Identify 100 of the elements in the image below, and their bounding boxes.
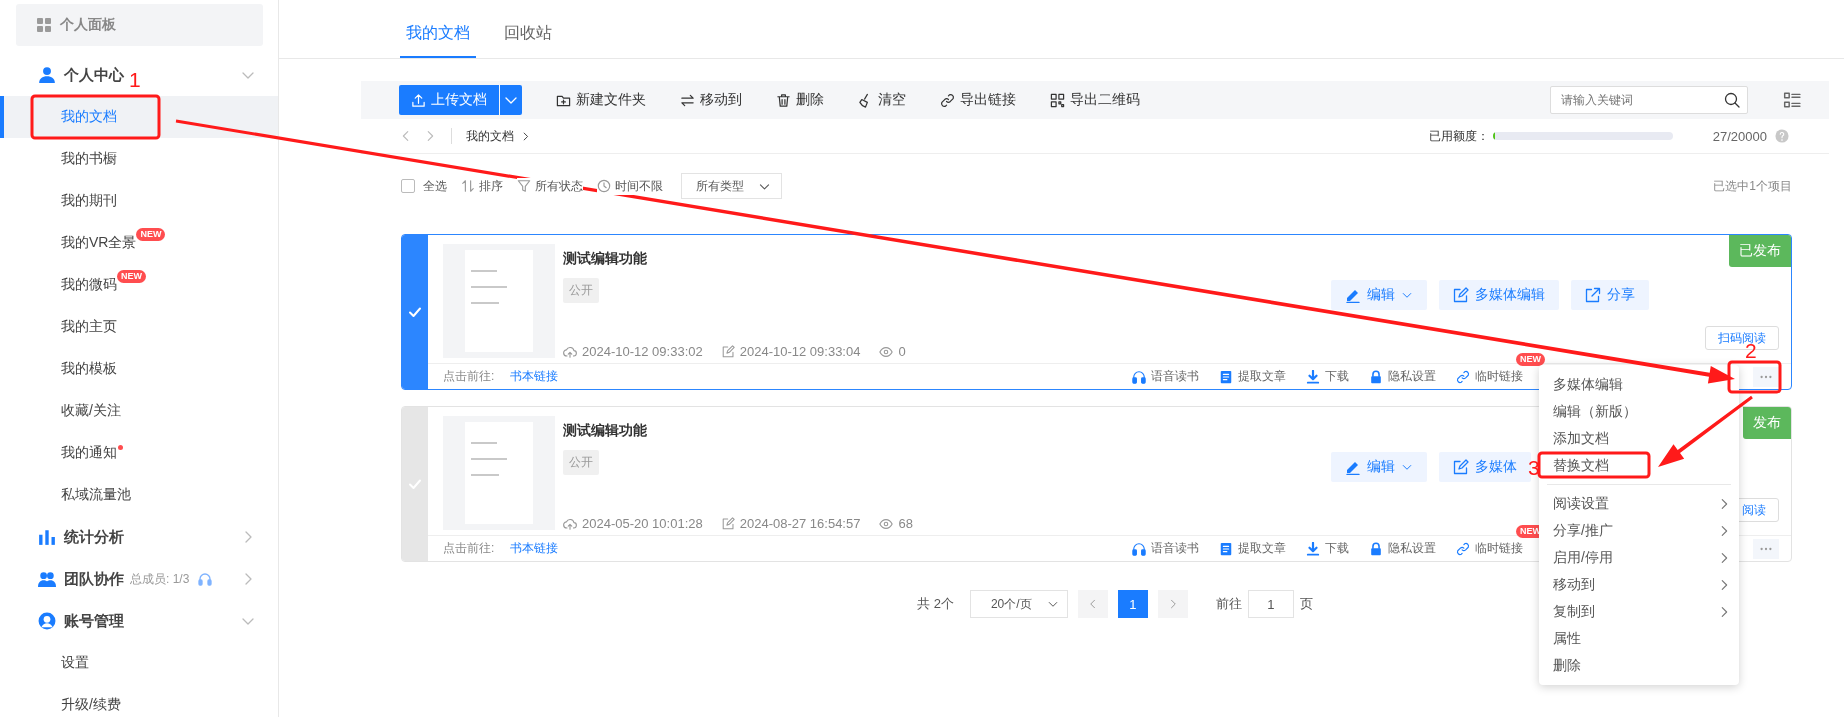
sidebar-item[interactable]: 私域流量池 [0, 474, 278, 516]
footer-action[interactable]: 提取文章 [1219, 368, 1286, 385]
filter-icon [517, 179, 531, 193]
footer-action[interactable]: 下载 [1306, 540, 1349, 557]
eye-icon [879, 344, 894, 359]
search-icon [1724, 92, 1740, 108]
menu-item[interactable]: 属性 [1539, 625, 1739, 652]
tab[interactable]: 回收站 [498, 23, 558, 58]
menu-item[interactable]: 多媒体编辑 [1539, 371, 1739, 398]
footer-action[interactable]: 隐私设置 [1369, 368, 1436, 385]
menu-item[interactable]: 编辑（新版） [1539, 398, 1739, 425]
footer-action[interactable]: 隐私设置 [1369, 540, 1436, 557]
toolbar-button[interactable]: 删除 [776, 91, 824, 109]
toolbar-button[interactable]: 清空 [858, 91, 906, 109]
page-button[interactable]: 1 [1117, 590, 1148, 618]
action-button[interactable]: 分享 [1571, 280, 1649, 310]
edit-icon [721, 345, 735, 358]
upload-cloud-icon [563, 344, 577, 359]
headphones-icon [1132, 369, 1146, 384]
modified-date: 2024-10-12 09:33:04 [739, 344, 861, 359]
next-page-button[interactable] [1157, 590, 1188, 618]
headphones-icon [1132, 541, 1146, 556]
sidebar-item[interactable]: 我的VR全景 NEW [0, 222, 278, 264]
document-title[interactable]: 测试编辑功能 [563, 422, 647, 440]
sidebar-group[interactable]: 个人中心 [64, 65, 124, 85]
sidebar-item[interactable]: 设置 [0, 642, 278, 684]
link-icon [1456, 369, 1470, 384]
sort-icon [461, 179, 475, 193]
sidebar-item[interactable]: 我的期刊 [0, 180, 278, 222]
select-checkbox[interactable] [402, 407, 428, 561]
sidebar-group[interactable]: 团队协作 [64, 569, 124, 589]
pencil-icon [1345, 459, 1361, 475]
menu-item[interactable]: 添加文档 [1539, 425, 1739, 452]
sidebar-item[interactable]: 我的书橱 [0, 138, 278, 180]
sidebar-item[interactable]: 收藏/关注 [0, 390, 278, 432]
new-badge: NEW [136, 228, 166, 241]
total-count: 共 2个 [917, 595, 954, 613]
document-title[interactable]: 测试编辑功能 [563, 250, 647, 268]
sidebar-group[interactable]: 统计分析 [64, 527, 124, 547]
time-filter[interactable]: 时间不限 [597, 177, 663, 195]
footer-action[interactable]: 临时链接 [1456, 368, 1523, 385]
upload-date: 2024-10-12 09:33:02 [582, 344, 703, 359]
sidebar-item[interactable]: 升级/续费 [0, 684, 278, 717]
toolbar-button[interactable]: 导出二维码 [1050, 91, 1140, 109]
team-icon [38, 570, 56, 588]
page-input[interactable]: 1 [1247, 590, 1294, 618]
footer-action[interactable]: 语音读书 [1132, 540, 1199, 557]
select-checkbox[interactable] [402, 235, 428, 389]
footer-label: 点击前往: [443, 368, 495, 385]
checkbox[interactable] [401, 179, 415, 193]
book-link[interactable]: 书本链接 [510, 368, 559, 385]
download-icon [1306, 541, 1320, 556]
action-button[interactable]: 编辑 [1331, 280, 1427, 310]
more-button[interactable] [1753, 366, 1779, 387]
visibility-tag: 公开 [563, 450, 599, 475]
menu-item[interactable]: 启用/停用 [1539, 544, 1739, 571]
toolbar-button[interactable]: 导出链接 [940, 91, 1016, 109]
toolbar-button[interactable]: 新建文件夹 [556, 91, 646, 109]
action-button[interactable]: 多媒体编辑 [1439, 280, 1559, 310]
sort-button[interactable]: 排序 [461, 177, 503, 195]
new-badge: NEW [1516, 353, 1545, 366]
page-unit: 页 [1299, 595, 1313, 613]
swap-arrows-icon [680, 92, 695, 108]
upload-date: 2024-05-20 10:01:28 [582, 516, 703, 531]
action-button[interactable]: 编辑 [1331, 452, 1427, 482]
lock-icon [1369, 541, 1383, 556]
footer-action[interactable]: 下载 [1306, 368, 1349, 385]
link-icon [940, 92, 955, 108]
sidebar-item[interactable]: 我的微码 NEW [0, 264, 278, 306]
menu-item[interactable]: 删除 [1539, 652, 1739, 679]
checkbox-label[interactable]: 全选 [423, 177, 447, 195]
menu-item[interactable]: 替换文档 [1539, 452, 1739, 479]
upload-menu-button[interactable] [500, 85, 522, 115]
status-badge: 发布 [1743, 407, 1791, 439]
tab[interactable]: 我的文档 [400, 23, 476, 58]
sidebar-item[interactable]: 我的主页 [0, 306, 278, 348]
upload-button[interactable]: 上传文档 [399, 85, 499, 115]
more-button[interactable] [1753, 538, 1779, 559]
menu-item[interactable]: 移动到 [1539, 571, 1739, 598]
sidebar-item[interactable]: 我的文档 [0, 96, 278, 138]
sidebar-item[interactable]: 我的模板 [0, 348, 278, 390]
selection-count: 已选中1个项目 [1713, 177, 1792, 195]
lock-icon [1369, 369, 1383, 384]
type-select[interactable]: 所有类型 [681, 173, 782, 199]
breadcrumb-item[interactable]: 我的文档 [466, 127, 531, 145]
quota-label: 已用额度： [1428, 127, 1489, 145]
footer-action[interactable]: 语音读书 [1132, 368, 1199, 385]
menu-item[interactable]: 复制到 [1539, 598, 1739, 625]
search-field[interactable]: 请输入关键词 [1550, 86, 1748, 114]
book-link[interactable]: 书本链接 [510, 540, 559, 557]
notification-dot [118, 445, 123, 450]
toolbar-button[interactable]: 移动到 [680, 91, 742, 109]
footer-action[interactable]: 临时链接 [1456, 540, 1523, 557]
previous-page-button[interactable] [1077, 590, 1108, 618]
footer-label: 点击前往: [443, 540, 495, 557]
page-size-select[interactable]: 20个/页 [969, 590, 1068, 618]
sidebar-item[interactable]: 我的通知 [0, 432, 278, 474]
footer-action[interactable]: 提取文章 [1219, 540, 1286, 557]
status-filter[interactable]: 所有状态 [517, 177, 583, 195]
sidebar-group[interactable]: 账号管理 [64, 611, 124, 631]
